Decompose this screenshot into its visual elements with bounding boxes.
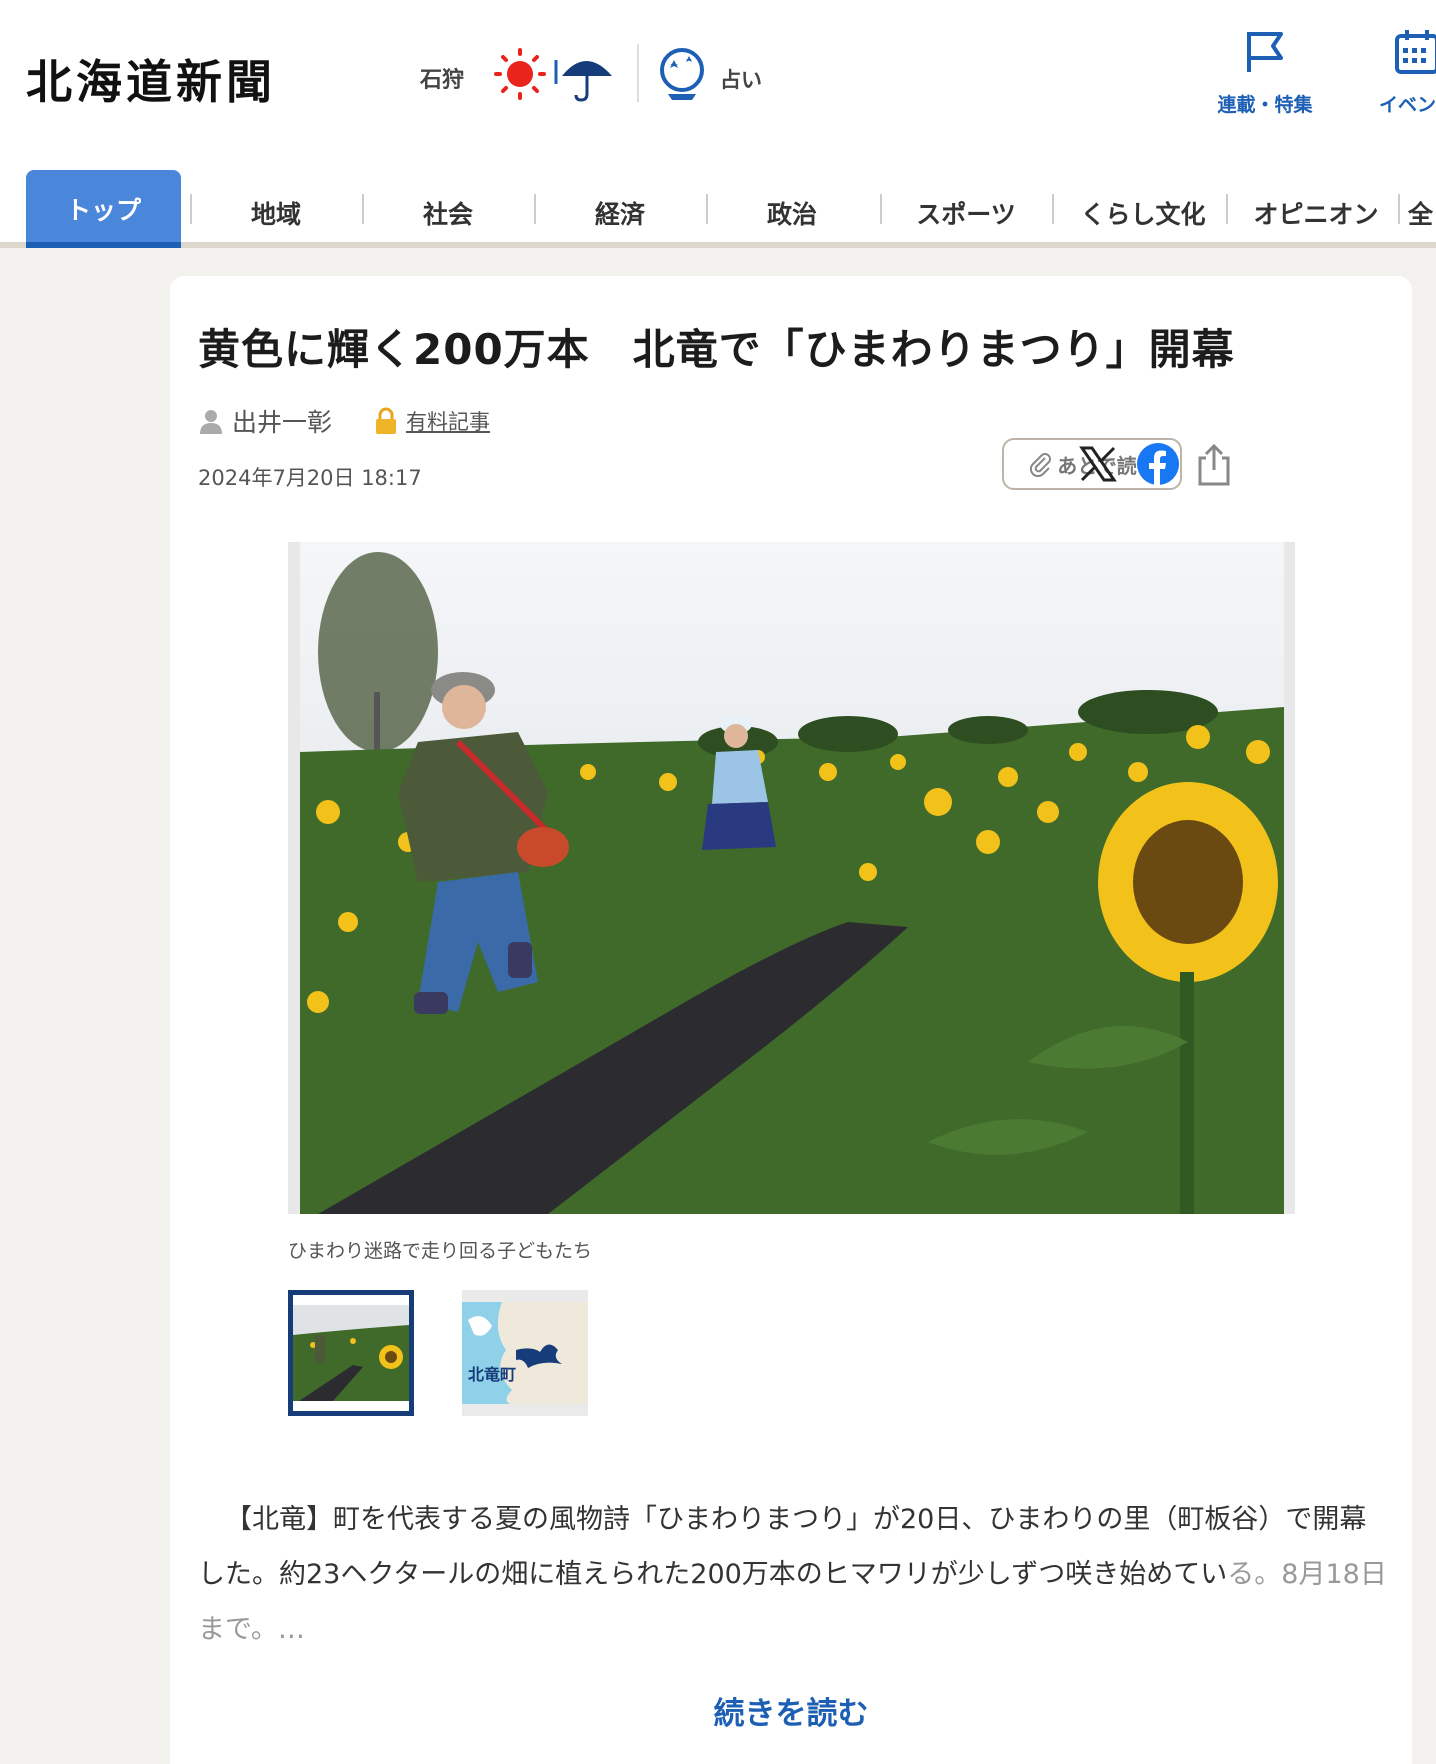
nav-separator	[880, 194, 882, 224]
events-label: イベント	[1378, 94, 1436, 116]
nav-tab-top[interactable]: トップ	[26, 170, 181, 248]
sunny-then-rain-weather-icon[interactable]	[492, 46, 622, 102]
nav-tab-sports[interactable]: スポーツ	[890, 190, 1042, 236]
article-card: 黄色に輝く200万本 北竜で「ひまわりまつり」開幕 出井一彰 有料記事 2024…	[170, 276, 1412, 1764]
paid-article-label: 有料記事	[406, 410, 491, 434]
article-lead-visible: 【北竜】町を代表する夏の風物詩「ひまわりまつり」が20日、ひまわりの里（町板谷）…	[198, 1504, 1367, 1590]
nav-separator	[190, 194, 192, 224]
article-title: 黄色に輝く200万本 北竜で「ひまわりまつり」開幕	[198, 325, 1235, 374]
nav-separator	[1052, 194, 1054, 224]
weather-region-label[interactable]: 石狩	[420, 62, 464, 94]
paperclip-icon	[1030, 453, 1052, 477]
serial-features-label: 連載・特集	[1217, 94, 1313, 116]
x-share-icon[interactable]	[1076, 442, 1120, 486]
category-nav: トップ 地域 社会 経済 政治 スポーツ くらし文化 オピニオン 全	[0, 168, 1436, 248]
nav-tab-economy[interactable]: 経済	[544, 190, 696, 236]
facebook-share-icon[interactable]	[1136, 442, 1180, 486]
read-more-link[interactable]: 続きを読む	[170, 1688, 1412, 1733]
nav-tab-lifestyle-culture[interactable]: くらし文化	[1062, 190, 1224, 236]
photo-thumbnail-1[interactable]	[288, 1290, 414, 1416]
site-logo[interactable]: 北海道新聞	[26, 46, 276, 112]
nav-tab-opinion[interactable]: オピニオン	[1236, 190, 1396, 236]
nav-separator	[362, 194, 364, 224]
fortune-label[interactable]: 占い	[720, 64, 762, 94]
nav-tab-society[interactable]: 社会	[372, 190, 524, 236]
map-thumbnail-label: 北竜町	[468, 1365, 516, 1384]
hokkaido-map-image: 北竜町	[462, 1302, 588, 1404]
article-lead-text: 【北竜】町を代表する夏の風物詩「ひまわりまつり」が20日、ひまわりの里（町板谷）…	[198, 1492, 1388, 1657]
person-icon	[200, 410, 222, 434]
paid-article-badge[interactable]: 有料記事	[374, 406, 490, 436]
events-link[interactable]: イベント	[1362, 28, 1436, 117]
publish-date: 2024年7月20日 18:17	[198, 466, 422, 490]
author-name: 出井一彰	[232, 408, 333, 437]
map-thumbnail[interactable]: 北竜町	[462, 1290, 588, 1416]
calendar-icon	[1395, 30, 1436, 74]
nav-separator	[534, 194, 536, 224]
byline: 出井一彰 有料記事	[198, 404, 490, 438]
nav-tab-politics[interactable]: 政治	[716, 190, 868, 236]
lock-icon	[376, 407, 397, 434]
fortune-crystal-ball-icon[interactable]	[656, 46, 708, 102]
nav-separator	[706, 194, 708, 224]
photo-caption: ひまわり迷路で走り回る子どもたち	[288, 1240, 593, 1262]
nav-separator	[1398, 194, 1400, 224]
share-export-icon[interactable]	[1192, 442, 1236, 486]
header-divider	[637, 44, 639, 102]
nav-tab-region[interactable]: 地域	[200, 190, 352, 236]
nav-separator	[1226, 194, 1228, 224]
serial-features-link[interactable]: 連載・特集	[1210, 28, 1320, 117]
site-header: 北海道新聞 石狩 占い 連載・特集 イベン トップ 地域 社会 経済 政治 スポ…	[0, 0, 1436, 248]
article-main-photo[interactable]	[288, 542, 1295, 1214]
nav-tab-all[interactable]: 全	[1408, 190, 1436, 236]
flag-icon	[1247, 32, 1283, 72]
